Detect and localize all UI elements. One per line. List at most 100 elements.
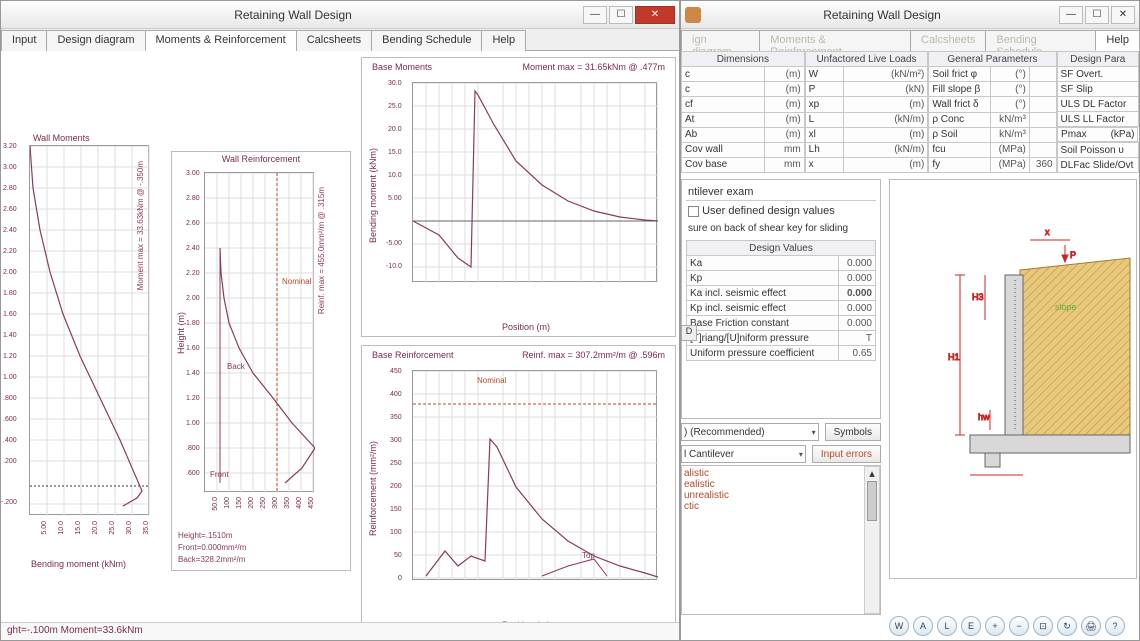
help-icon[interactable]: ?: [1105, 616, 1125, 636]
ytick: 1.80: [186, 320, 200, 327]
tab-design-diagram[interactable]: ign diagram: [681, 30, 760, 51]
ytick: 2.60: [186, 220, 200, 227]
back-label: Back: [227, 362, 245, 371]
ytick: -.200: [1, 499, 17, 506]
error-item[interactable]: unrealistic: [684, 490, 878, 501]
cell: mm: [764, 142, 804, 157]
cell-input[interactable]: [1029, 97, 1056, 112]
cell: (m): [764, 82, 804, 97]
xtick: 400: [296, 497, 303, 509]
error-item[interactable]: ealistic: [684, 479, 878, 490]
cell-input[interactable]: 0.000: [838, 301, 875, 316]
chart-subtitle: Reinf. max = 307.2mm²/m @ .596m: [522, 350, 665, 360]
cell-input[interactable]: [1029, 142, 1056, 157]
xtick: 300: [272, 497, 279, 509]
svg-text:hw: hw: [978, 412, 990, 422]
error-item[interactable]: ctic: [684, 501, 878, 512]
cell: (m): [764, 67, 804, 82]
svg-text:H1: H1: [948, 352, 960, 362]
wall-diagram: slope H1 H3 x P hw: [890, 180, 1138, 580]
tab-help[interactable]: Help: [1095, 30, 1140, 51]
cell-input[interactable]: 360: [1029, 157, 1056, 172]
ytick: 2.40: [3, 227, 17, 234]
cell: Pmax(kPa): [1057, 127, 1138, 142]
refresh-icon[interactable]: ↻: [1057, 616, 1077, 636]
cell-input[interactable]: 0.000: [838, 286, 875, 301]
xlabel: Bending moment (kNm): [31, 559, 126, 569]
cell: c: [682, 82, 765, 97]
w-icon[interactable]: W: [889, 616, 909, 636]
tab-calcsheets[interactable]: Calcsheets: [910, 30, 986, 51]
ytick: 3.00: [186, 170, 200, 177]
cell: kN/m³: [991, 112, 1030, 127]
tab-bending-schedule[interactable]: Bending Schedule: [985, 30, 1096, 51]
tab-moments-reinforcement[interactable]: Moments & Reinforcement: [759, 30, 911, 51]
cell-input[interactable]: 0.000: [838, 256, 875, 271]
xtick: 5.00: [41, 521, 48, 535]
cell-input[interactable]: 0.000: [838, 271, 875, 286]
chart-wall-moments: Wall Moments Moment max = 33.63kNm @ -.3…: [1, 131, 161, 571]
ytick: 25.0: [388, 103, 402, 110]
ytick: 1.20: [3, 353, 17, 360]
tab-bending-schedule[interactable]: Bending Schedule: [371, 30, 482, 51]
ytick: 400: [390, 391, 402, 398]
minimize-button[interactable]: —: [1059, 6, 1083, 24]
maximize-button[interactable]: ☐: [1085, 6, 1109, 24]
cell: c: [682, 67, 765, 82]
select-cantilever[interactable]: l Cantilever: [681, 445, 806, 463]
ytick: 3.20: [3, 143, 17, 150]
ytick: .800: [3, 395, 17, 402]
xtick: 15.0: [75, 521, 82, 535]
cell-input[interactable]: [1029, 82, 1056, 97]
maximize-button[interactable]: ☐: [609, 6, 633, 24]
error-item[interactable]: alistic: [684, 468, 878, 479]
cell: ULS DL Factor: [1057, 97, 1138, 112]
right-content: Dimensions c(m) c(m) cf(m) At(m) Ab(m) C…: [681, 51, 1139, 640]
a-icon[interactable]: A: [913, 616, 933, 636]
close-button[interactable]: ✕: [1111, 6, 1135, 24]
error-list[interactable]: alistic ealistic unrealistic ctic ▴: [681, 465, 881, 615]
tab-help[interactable]: Help: [481, 30, 526, 51]
cell-input[interactable]: [1029, 112, 1056, 127]
scrollbar[interactable]: ▴: [864, 466, 880, 614]
cell-input[interactable]: 0.65: [838, 346, 875, 361]
print-icon[interactable]: 🖨: [1081, 616, 1101, 636]
symbols-button[interactable]: Symbols: [825, 423, 881, 441]
cell-input[interactable]: [1029, 127, 1056, 142]
fit-icon[interactable]: ⊡: [1033, 616, 1053, 636]
close-button[interactable]: ✕: [635, 6, 675, 24]
ytick: 3.00: [3, 164, 17, 171]
tab-moments-reinforcement[interactable]: Moments & Reinforcement: [145, 30, 297, 51]
cell: (°): [991, 82, 1030, 97]
tab-calcsheets[interactable]: Calcsheets: [296, 30, 372, 51]
cell-input[interactable]: [1029, 67, 1056, 82]
cell-input[interactable]: T: [838, 331, 875, 346]
chart-grid: [29, 145, 149, 515]
zoom-in-icon[interactable]: +: [985, 616, 1005, 636]
input-errors-button[interactable]: Input errors: [812, 445, 881, 463]
left-titlebar: Retaining Wall Design — ☐ ✕: [1, 1, 679, 29]
minimize-button[interactable]: —: [583, 6, 607, 24]
user-defined-checkbox[interactable]: [688, 206, 699, 217]
xtick: 10.0: [58, 521, 65, 535]
l-icon[interactable]: L: [937, 616, 957, 636]
cell: (m): [843, 127, 928, 142]
cell: cf: [682, 97, 765, 112]
cell-input[interactable]: 0.000: [838, 316, 875, 331]
zoom-out-icon[interactable]: −: [1009, 616, 1029, 636]
ytick: 250: [390, 460, 402, 467]
e-icon[interactable]: E: [961, 616, 981, 636]
ytick: 350: [390, 414, 402, 421]
tab-design-diagram[interactable]: Design diagram: [46, 30, 145, 51]
ytick: .800: [186, 445, 200, 452]
table-design-values: Design Values Ka0.000 Kp0.000 Ka incl. s…: [686, 240, 876, 361]
xtick: 150: [236, 497, 243, 509]
tab-input[interactable]: Input: [1, 30, 47, 51]
select-recommended[interactable]: ) (Recommended): [681, 423, 819, 441]
cell: Soil Poisson υ: [1057, 143, 1138, 158]
ylabel: Bending moment (kNm): [368, 148, 378, 243]
chart-annotation: Moment max = 33.63kNm @ -.350m: [136, 161, 145, 290]
project-name[interactable]: ntilever exam: [686, 184, 876, 201]
ytick: 200: [390, 483, 402, 490]
cell: (m): [843, 157, 928, 172]
